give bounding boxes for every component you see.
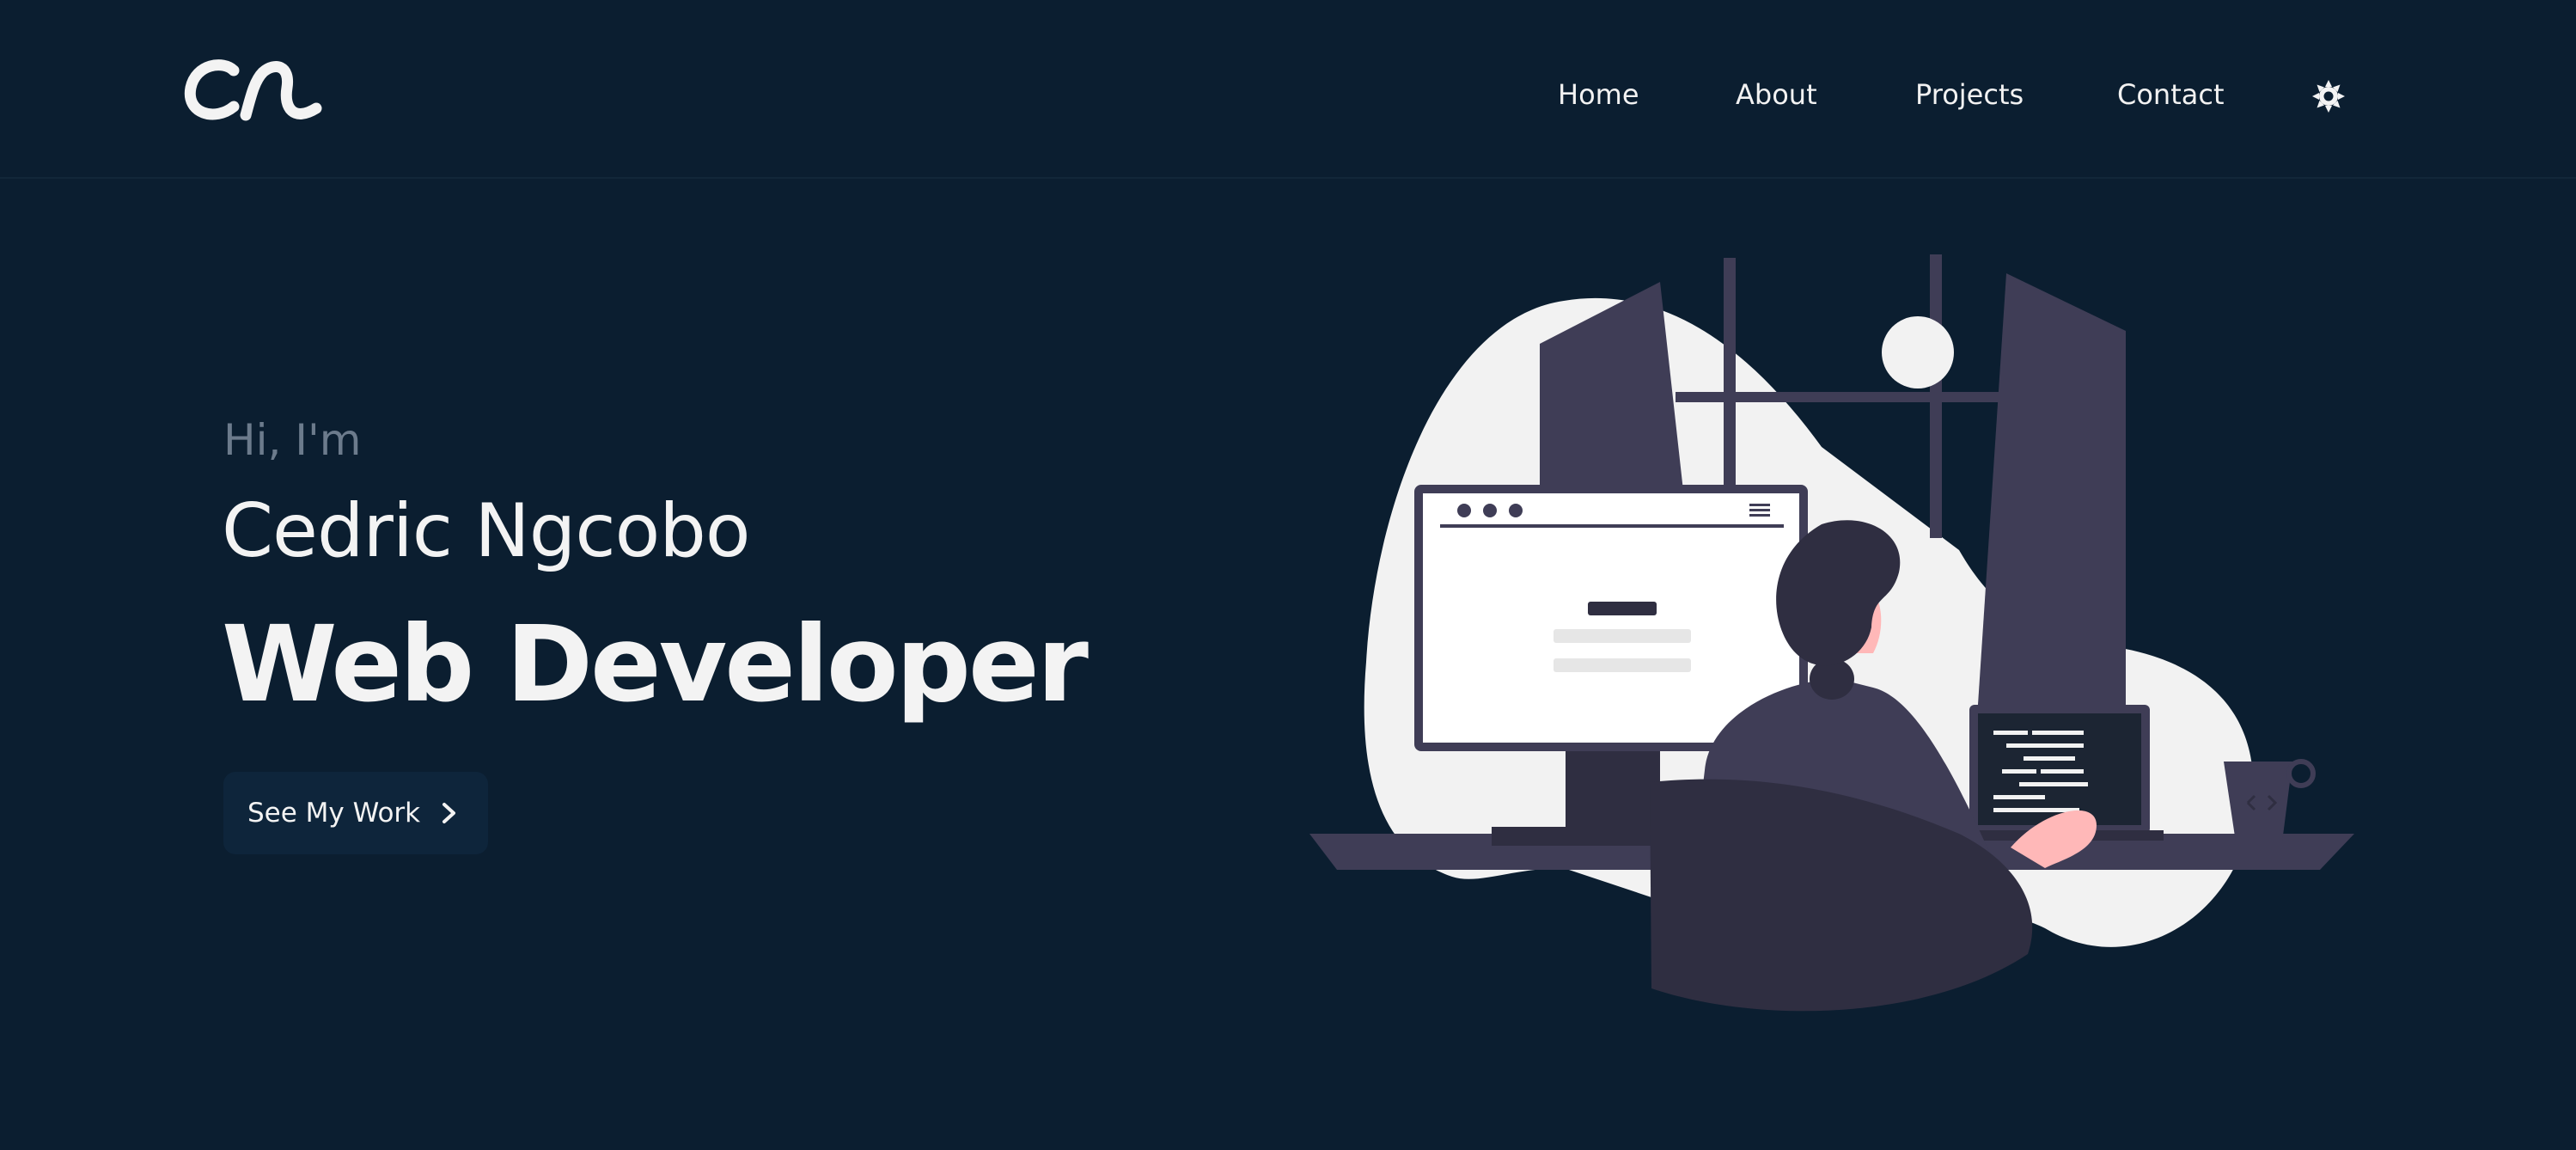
monitor-stand (1566, 749, 1660, 835)
hero-role: Web Developer (222, 603, 1089, 725)
developer-illustration (1309, 254, 2354, 1012)
nav-link-about[interactable]: About (1736, 77, 1817, 112)
window-pillar-right (1976, 273, 2126, 731)
nav-link-home[interactable]: Home (1558, 77, 1639, 112)
monitor-screen (1423, 493, 1799, 743)
moon (1882, 316, 1954, 388)
sun-icon[interactable] (2311, 79, 2346, 113)
hero-name: Cedric Ngcobo (222, 488, 750, 574)
see-my-work-label: See My Work (247, 798, 421, 829)
see-my-work-button[interactable]: See My Work (223, 772, 488, 854)
chevron-right-icon (443, 803, 456, 823)
hero-greeting: Hi, I'm (223, 415, 362, 465)
nav-link-contact[interactable]: Contact (2117, 77, 2225, 112)
navbar: Home About Projects Contact (0, 0, 2576, 179)
logo[interactable] (180, 36, 327, 131)
coffee-mug (2224, 762, 2292, 842)
window-frame-horizontal (1676, 392, 2002, 402)
nav-link-projects[interactable]: Projects (1915, 77, 2024, 112)
